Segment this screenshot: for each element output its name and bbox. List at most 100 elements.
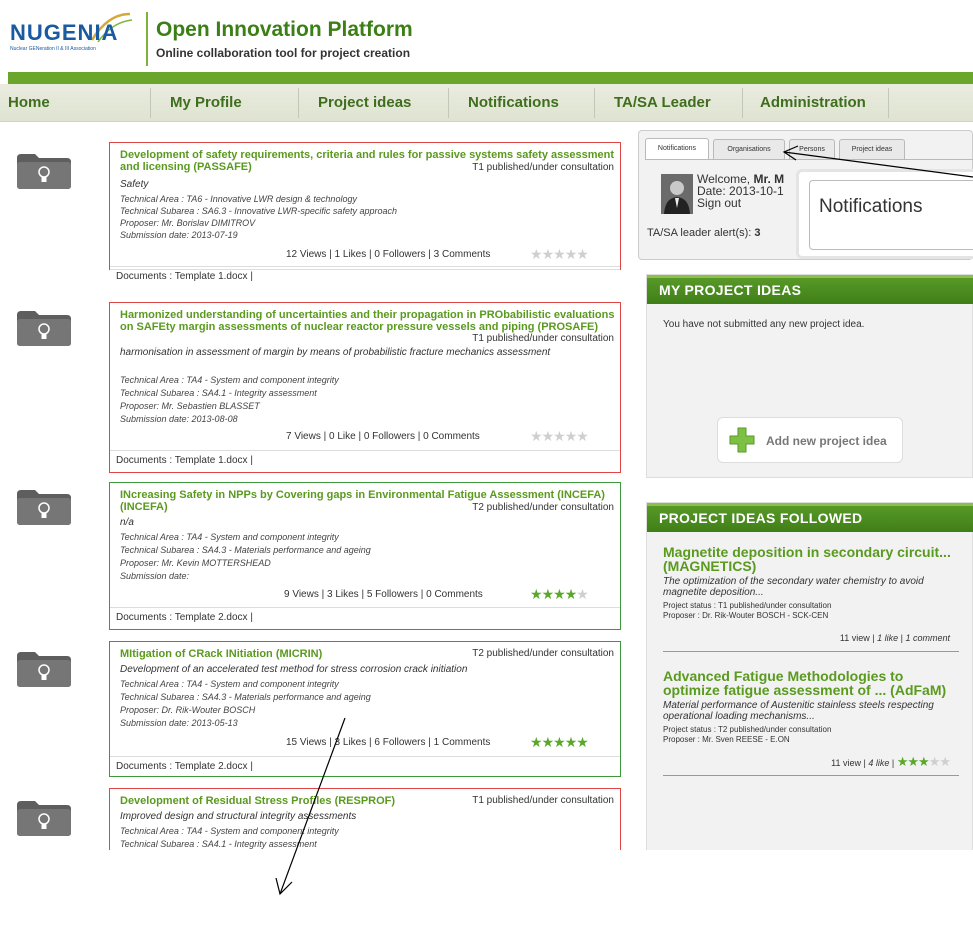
header-divider [146,12,148,66]
logo-wordmark: NUGENIA [10,20,119,45]
idea-rating[interactable]: ★★★★★ [530,428,589,445]
idea-stats: 9 Views | 3 Likes | 5 Followers | 0 Comm… [284,589,483,600]
followed-idea-stats: 11 view | 4 like | ★★★★★ [831,754,951,769]
alert-label: TA/SA leader alert(s): [647,227,755,239]
idea-card[interactable]: Development of safety requirements, crit… [109,142,621,282]
star-icon[interactable]: ★ [565,586,578,602]
idea-description: Safety [120,179,149,190]
site-tagline: Online collaboration tool for project cr… [156,46,411,60]
idea-rating[interactable]: ★★★★★ [530,586,589,603]
followed-idea-proposer: Proposer : Dr. Rik-Wouter BOSCH - SCK-CE… [663,611,829,620]
nav-ta-sa-leader[interactable]: TA/SA Leader [614,84,711,122]
nav-home[interactable]: Home [8,84,50,122]
star-icon[interactable]: ★ [576,428,589,444]
idea-status: T1 published/under consultation [470,162,614,173]
idea-folder-icon[interactable] [15,307,73,347]
views-count: 11 view [839,633,870,643]
site-title: Open Innovation Platform [156,18,413,41]
star-icon[interactable]: ★ [929,754,941,769]
star-icon[interactable]: ★ [530,586,543,602]
document-link[interactable]: Documents : Template 1.docx | [116,271,253,282]
site-header: NUGENIA Nuclear GENeration II & III Asso… [0,0,973,74]
idea-proposer: Proposer: Mr. Borislav DIMITROV [120,218,256,228]
idea-rating[interactable]: ★★★★★ [530,734,589,751]
star-icon[interactable]: ★ [565,246,578,262]
idea-card[interactable]: INcreasing Safety in NPPs by Covering ga… [109,482,621,630]
idea-folder-icon[interactable] [15,797,73,837]
idea-proposer: Proposer: Mr. Kevin MOTTERSHEAD [120,558,271,568]
idea-proposer: Proposer: Dr. Rik-Wouter BOSCH [120,705,256,715]
tab-project-ideas[interactable]: Project ideas [839,139,905,159]
star-icon[interactable]: ★ [576,734,589,750]
star-icon[interactable]: ★ [553,734,566,750]
document-link[interactable]: Documents : Template 1.docx | [116,455,253,466]
star-icon[interactable]: ★ [576,586,589,602]
star-icon[interactable]: ★ [553,586,566,602]
followed-idea-description: The optimization of the secondary water … [663,576,924,598]
star-icon[interactable]: ★ [576,246,589,262]
idea-documents: Documents : Template 1.docx | [110,450,620,470]
tab-persons[interactable]: Persons [789,139,835,159]
idea-card[interactable]: MItigation of CRack INitiation (MICRIN) … [109,641,621,777]
ta-sa-alert[interactable]: TA/SA leader alert(s): 3 [647,227,761,239]
star-icon[interactable]: ★ [542,734,555,750]
nav-divider [448,88,449,118]
followed-idea-status: Project status : T1 published/under cons… [663,601,832,610]
followed-idea-title[interactable]: Magnetite deposition in secondary circui… [663,545,963,573]
add-project-idea-button[interactable]: Add new project idea [717,417,903,463]
star-icon[interactable]: ★ [542,246,555,262]
likes-count: 4 like [868,758,890,768]
idea-card[interactable]: Harmonized understanding of uncertaintie… [109,302,621,473]
document-link[interactable]: Documents : Template 2.docx | [116,761,253,772]
popup-title: Notifications [819,196,923,217]
idea-folder-icon[interactable] [15,150,73,190]
star-icon[interactable]: ★ [897,754,909,769]
idea-documents: Documents : Template 2.docx | [110,607,620,627]
nav-administration[interactable]: Administration [760,84,866,122]
divider [663,775,959,776]
idea-title[interactable]: Harmonized understanding of uncertaintie… [120,309,616,333]
nav-project-ideas[interactable]: Project ideas [318,84,411,122]
idea-technical-subarea: Technical Subarea : SA6.3 - Innovative L… [120,206,397,216]
star-icon[interactable]: ★ [530,734,543,750]
tab-notifications[interactable]: Notifications [645,138,709,160]
idea-folder-icon[interactable] [15,486,73,526]
nav-notifications[interactable]: Notifications [468,84,559,122]
idea-status: T2 published/under consultation [470,502,614,513]
followed-idea-title[interactable]: Advanced Fatigue Methodologies to optimi… [663,669,963,697]
star-icon[interactable]: ★ [918,754,930,769]
document-link[interactable]: Documents : Template 2.docx | [116,612,253,623]
star-icon[interactable]: ★ [542,428,555,444]
followed-idea-proposer: Proposer : Mr. Sven REESE - E.ON [663,735,790,744]
panel-heading: MY PROJECT IDEAS [647,275,973,304]
idea-proposer: Proposer: Mr. Sebastien BLASSET [120,401,260,411]
star-icon[interactable]: ★ [907,754,919,769]
nugenia-logo[interactable]: NUGENIA Nuclear GENeration II & III Asso… [8,12,146,72]
notifications-popup[interactable]: Notifications [796,169,973,259]
idea-rating[interactable]: ★★★★★ [530,246,589,263]
followed-idea-rating[interactable]: ★★★★★ [897,754,951,769]
idea-technical-subarea: Technical Subarea : SA4.1 - Integrity as… [120,388,317,398]
star-icon[interactable]: ★ [939,754,951,769]
idea-status: T1 published/under consultation [470,333,614,344]
sign-out-link[interactable]: Sign out [697,196,741,210]
star-icon[interactable]: ★ [542,586,555,602]
idea-technical-area: Technical Area : TA4 - System and compon… [120,375,339,385]
nav-divider [594,88,595,118]
star-icon[interactable]: ★ [553,246,566,262]
idea-card[interactable]: Development of Residual Stress Profiles … [109,788,621,850]
star-icon[interactable]: ★ [553,428,566,444]
star-icon[interactable]: ★ [565,734,578,750]
tab-organisations[interactable]: Organisations [713,139,785,159]
idea-documents: Documents : Template 1.docx | [110,266,620,286]
idea-folder-icon[interactable] [15,648,73,688]
star-icon[interactable]: ★ [565,428,578,444]
plus-icon [729,427,755,453]
star-icon[interactable]: ★ [530,246,543,262]
nav-divider [888,88,889,118]
idea-technical-area: Technical Area : TA4 - System and compon… [120,679,339,689]
star-icon[interactable]: ★ [530,428,543,444]
empty-message: You have not submitted any new project i… [663,319,865,330]
nav-my-profile[interactable]: My Profile [170,84,242,122]
idea-technical-area: Technical Area : TA4 - System and compon… [120,826,339,836]
